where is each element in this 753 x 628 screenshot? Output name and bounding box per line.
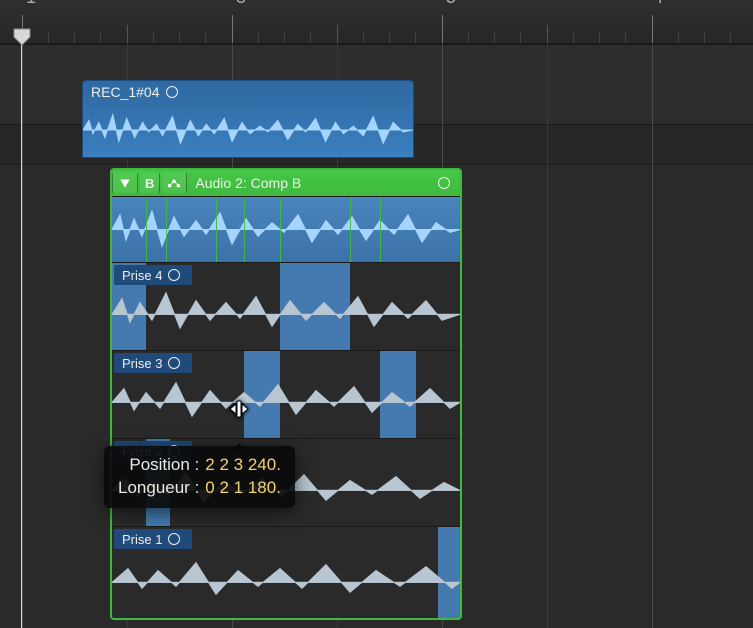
comp-disclosure-button[interactable] [112,173,138,193]
loop-icon [168,269,180,281]
loop-icon [438,177,450,189]
comp-title: Audio 2: Comp B [195,175,436,191]
ruler-ticks: 1 3 5 7 [0,0,753,43]
bar-number: 7 [656,0,666,8]
bar-number: 1 [26,0,36,8]
timeline-ruler[interactable]: 1 3 5 7 [0,0,753,44]
loop-icon [168,533,180,545]
take-lane[interactable]: Prise 4 [112,262,460,350]
take-header[interactable]: Prise 4 [114,265,192,285]
tooltip-position-value: 2 2 3 240. [205,454,281,477]
tracks-area[interactable]: REC_1#04 B Audio 2: Comp B [0,44,753,628]
comp-header[interactable]: B Audio 2: Comp B [112,170,460,196]
loop-icon [168,357,180,369]
region-header: REC_1#04 [83,81,413,103]
take-label: Prise 4 [122,268,162,283]
playhead-handle[interactable] [13,28,31,46]
audio-region-rec1[interactable]: REC_1#04 [82,80,414,158]
bar-number: 3 [236,0,246,8]
take-label: Prise 1 [122,532,162,547]
tooltip-length-label: Longueur : [118,477,199,500]
comp-quick-swipe-button[interactable] [162,173,187,193]
waveform [83,103,413,157]
position-tooltip: Position : 2 2 3 240. Longueur : 0 2 1 1… [104,446,295,508]
tooltip-length-value: 0 2 1 180. [205,477,281,500]
take-lane[interactable]: Prise 3 [112,350,460,438]
comp-composite-lane[interactable] [112,196,460,262]
waveform [112,197,460,262]
take-header[interactable]: Prise 1 [114,529,192,549]
daw-workspace: 1 3 5 7 [0,0,753,628]
comp-body: Prise 4 Prise 3 [112,196,460,620]
take-header[interactable]: Prise 3 [114,353,192,373]
take-label: Prise 3 [122,356,162,371]
comp-variant-button[interactable]: B [140,173,160,193]
take-lane[interactable]: Prise 1 [112,526,460,620]
loop-icon [166,86,178,98]
playhead-line [21,44,22,628]
comp-take-folder[interactable]: B Audio 2: Comp B [110,168,462,620]
bar-number: 5 [446,0,456,8]
region-label: REC_1#04 [91,84,160,100]
tooltip-position-label: Position : [129,454,199,477]
